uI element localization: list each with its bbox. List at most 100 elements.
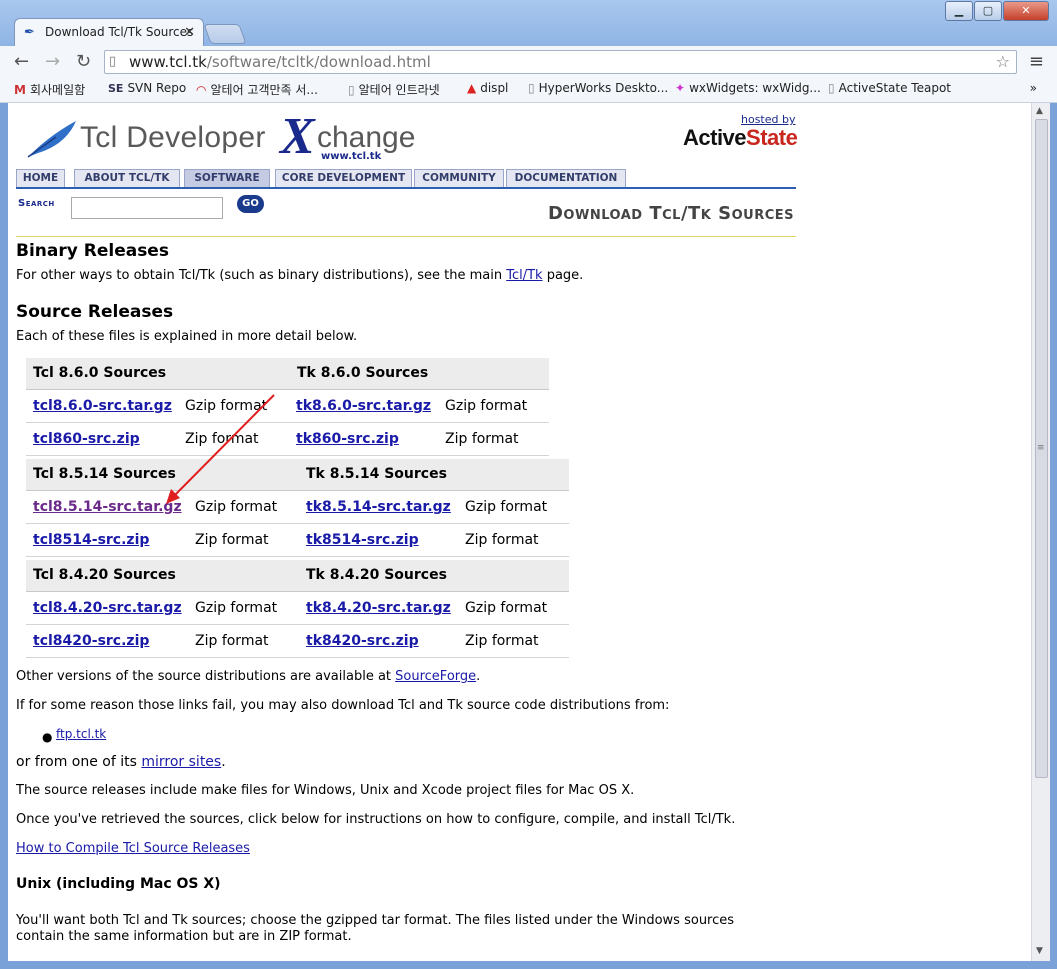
other-versions-pre: Other versions of the source distributio…: [16, 669, 396, 684]
scrollbar-grip-icon: ≡: [1037, 443, 1045, 453]
unix-text-line-2: contain the same information but are in …: [16, 929, 352, 944]
format-label: Gzip format: [195, 600, 278, 616]
page-icon: ▯: [528, 81, 535, 95]
bookmark-label: SVN Repo: [127, 81, 187, 95]
ftp-link[interactable]: ftp.tcl.tk: [56, 727, 106, 741]
bookmark-label: 회사메일함: [29, 83, 86, 97]
minimize-button[interactable]: ▁: [945, 1, 973, 21]
bookmark-item[interactable]: ◠ 알테어 고객만족 서...: [196, 81, 318, 98]
download-link[interactable]: tcl8.6.0-src.tar.gz: [33, 390, 172, 422]
maximize-button[interactable]: ▢: [974, 1, 1002, 21]
search-input[interactable]: [71, 197, 223, 219]
download-link[interactable]: tcl8.4.20-src.tar.gz: [33, 592, 182, 624]
bookmark-label: HyperWorks Deskto...: [538, 81, 669, 95]
tcltk-page-link[interactable]: Tcl/Tk: [506, 268, 542, 283]
table-row: tcl860-src.zip Zip format tk860-src.zip …: [26, 423, 549, 456]
scroll-up-icon[interactable]: ▲: [1036, 106, 1043, 116]
binary-releases-text: For other ways to obtain Tcl/Tk (such as…: [16, 268, 583, 283]
tcl-header: Tcl 8.6.0 Sources: [33, 365, 167, 381]
download-link[interactable]: tk8.5.14-src.tar.gz: [306, 491, 451, 523]
format-label: Zip format: [445, 431, 519, 447]
bullet-icon: ●: [42, 730, 53, 744]
download-link[interactable]: tcl8514-src.zip: [33, 524, 149, 556]
sourceforge-link[interactable]: SourceForge: [395, 669, 476, 684]
download-link[interactable]: tk8.6.0-src.tar.gz: [296, 390, 431, 422]
heading-divider: [16, 236, 796, 237]
bookmark-item[interactable]: ▲ displ: [467, 81, 508, 95]
download-link[interactable]: tk8514-src.zip: [306, 524, 419, 556]
binary-releases-title: Binary Releases: [16, 241, 169, 261]
window-bottom-edge: [8, 961, 1049, 969]
bookmark-star-icon[interactable]: ☆: [996, 51, 1010, 73]
close-icon[interactable]: ✕: [184, 19, 195, 46]
tcl-header: Tcl 8.4.20 Sources: [33, 567, 176, 583]
bookmark-item[interactable]: ▯ HyperWorks Deskto...: [528, 81, 668, 95]
bookmark-item[interactable]: ▯ 알테어 인트라넷: [348, 81, 440, 98]
format-label: Zip format: [465, 532, 539, 548]
address-url: www.tcl.tk/software/tcltk/download.html: [129, 51, 431, 73]
download-link[interactable]: tcl8420-src.zip: [33, 625, 149, 657]
table-header-row: Tcl 8.5.14 Sources Tk 8.5.14 Sources: [26, 459, 569, 491]
reload-icon[interactable]: ↻: [76, 51, 91, 72]
download-link[interactable]: tk860-src.zip: [296, 423, 399, 455]
feather-icon: ✒: [24, 25, 35, 40]
table-row: tcl8.5.14-src.tar.gz Gzip format tk8.5.1…: [26, 491, 569, 524]
tab-title: Download Tcl/Tk Sources: [45, 25, 194, 39]
window-close-button[interactable]: ✕: [1003, 1, 1049, 21]
nav-software[interactable]: SOFTWARE: [184, 169, 270, 187]
unix-title: Unix (including Mac OS X): [16, 876, 221, 892]
bookmark-item[interactable]: SE SVN Repo: [108, 81, 186, 95]
scroll-down-icon[interactable]: ▼: [1036, 946, 1043, 956]
bookmark-item[interactable]: ✦ wxWidgets: wxWidg...: [675, 81, 821, 95]
window-titlebar: ✒ Download Tcl/Tk Sources ✕ ▁ ▢ ✕: [0, 0, 1057, 46]
nav-documentation[interactable]: DOCUMENTATION: [506, 169, 626, 187]
go-button[interactable]: GO: [237, 195, 264, 213]
activestate-logo[interactable]: ActiveState: [683, 125, 798, 151]
format-label: Gzip format: [445, 398, 528, 414]
logo-x: X: [280, 108, 315, 165]
download-link-visited[interactable]: tcl8.5.14-src.tar.gz: [33, 491, 182, 523]
bookmark-label: wxWidgets: wxWidg...: [689, 81, 821, 95]
format-label: Zip format: [195, 633, 269, 649]
page-icon: ▯: [348, 83, 355, 97]
download-link[interactable]: tk8420-src.zip: [306, 625, 419, 657]
binary-text-pre: For other ways to obtain Tcl/Tk (such as…: [16, 268, 507, 283]
back-arrow-icon[interactable]: ←: [14, 51, 29, 72]
format-label: Zip format: [185, 431, 259, 447]
menu-icon[interactable]: ≡: [1029, 51, 1044, 72]
nav-community[interactable]: COMMUNITY: [414, 169, 504, 187]
mirror-text: or from one of its mirror sites.: [16, 754, 226, 770]
sponsor-part-1: Active: [683, 125, 747, 150]
table-header-row: Tcl 8.4.20 Sources Tk 8.4.20 Sources: [26, 560, 569, 592]
logo-change: change: [317, 121, 416, 154]
bookmark-label: 알테어 고객만족 서...: [210, 83, 318, 97]
tk-header: Tk 8.5.14 Sources: [306, 466, 447, 482]
bookmark-label: ActiveState Teapot: [838, 81, 951, 95]
mirror-sites-link[interactable]: mirror sites: [141, 754, 221, 770]
vertical-scrollbar[interactable]: ▲ ≡ ▼: [1031, 103, 1050, 961]
logo-text: Tcl Developer: [80, 121, 266, 154]
gmail-icon: M: [14, 83, 26, 97]
other-versions-text: Other versions of the source distributio…: [16, 669, 480, 684]
address-bar[interactable]: ▯ www.tcl.tk/software/tcltk/download.htm…: [104, 50, 1017, 74]
alert-icon: ▲: [467, 81, 477, 95]
download-link[interactable]: tcl860-src.zip: [33, 423, 140, 455]
table-row: tcl8420-src.zip Zip format tk8420-src.zi…: [26, 625, 569, 658]
nav-home[interactable]: HOME: [16, 169, 65, 187]
bookmark-item[interactable]: M 회사메일함: [14, 81, 85, 98]
browser-tab[interactable]: ✒ Download Tcl/Tk Sources ✕: [14, 18, 204, 46]
bookmark-item[interactable]: ▯ ActiveState Teapot: [828, 81, 951, 95]
download-link[interactable]: tk8.4.20-src.tar.gz: [306, 592, 451, 624]
forward-arrow-icon[interactable]: →: [45, 51, 60, 72]
bookmark-label: 알테어 인트라넷: [358, 83, 440, 97]
bookmarks-overflow-button[interactable]: »: [1030, 81, 1037, 95]
how-to-compile-link[interactable]: How to Compile Tcl Source Releases: [16, 841, 250, 856]
format-label: Zip format: [195, 532, 269, 548]
mirror-post: .: [221, 754, 226, 770]
page-icon: ▯: [109, 54, 117, 69]
nav-about[interactable]: ABOUT TCL/TK: [74, 169, 180, 187]
source-releases-text: Each of these files is explained in more…: [16, 329, 358, 344]
nav-core-development[interactable]: CORE DEVELOPMENT: [275, 169, 412, 187]
fail-text: If for some reason those links fail, you…: [16, 698, 670, 713]
new-tab-button[interactable]: [203, 24, 247, 44]
